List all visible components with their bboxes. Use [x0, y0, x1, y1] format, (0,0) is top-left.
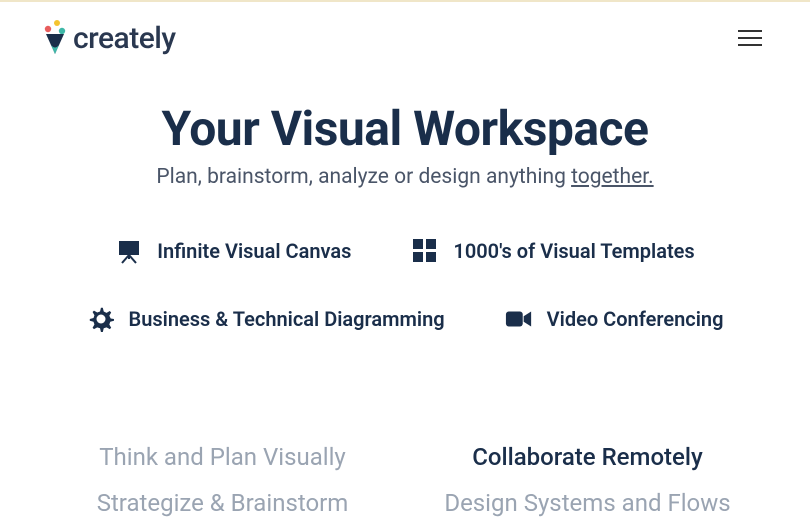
- easel-icon: [115, 237, 143, 265]
- tab-strategize[interactable]: Strategize & Brainstorm: [97, 489, 349, 517]
- feature-item: Infinite Visual Canvas: [115, 237, 351, 265]
- tab-design-systems[interactable]: Design Systems and Flows: [444, 489, 730, 517]
- feature-list: Infinite Visual Canvas 1000's of Visual …: [0, 237, 810, 333]
- feature-item: 1000's of Visual Templates: [411, 237, 694, 265]
- grid-icon: [411, 237, 439, 265]
- feature-label: Infinite Visual Canvas: [157, 239, 351, 263]
- brand-logo[interactable]: creately: [42, 20, 176, 56]
- tab-collaborate[interactable]: Collaborate Remotely: [472, 443, 703, 471]
- hero-subtitle-underline: together.: [571, 165, 654, 189]
- hero-section: Your Visual Workspace Plan, brainstorm, …: [0, 100, 810, 189]
- brand-name: creately: [73, 21, 176, 56]
- tab-think-plan[interactable]: Think and Plan Visually: [99, 443, 346, 471]
- video-icon: [505, 305, 533, 333]
- menu-button[interactable]: [732, 23, 768, 53]
- brand-logo-mark: [42, 20, 68, 56]
- feature-item: Video Conferencing: [505, 305, 724, 333]
- hero-title: Your Visual Workspace: [0, 100, 810, 157]
- feature-label: Video Conferencing: [547, 307, 724, 331]
- gear-icon: [87, 305, 115, 333]
- site-header: creately: [0, 2, 810, 56]
- tab-list: Think and Plan Visually Collaborate Remo…: [0, 443, 810, 517]
- feature-label: 1000's of Visual Templates: [453, 239, 694, 263]
- hamburger-icon: [738, 29, 762, 47]
- feature-item: Business & Technical Diagramming: [87, 305, 445, 333]
- feature-label: Business & Technical Diagramming: [129, 307, 445, 331]
- hero-subtitle-text: Plan, brainstorm, analyze or design anyt…: [156, 165, 571, 189]
- hero-subtitle: Plan, brainstorm, analyze or design anyt…: [0, 165, 810, 189]
